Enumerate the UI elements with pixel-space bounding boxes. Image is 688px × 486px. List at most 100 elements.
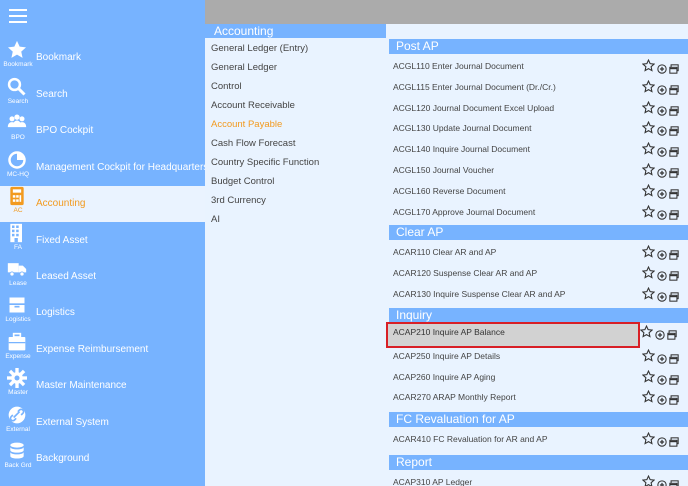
row-actions	[641, 121, 682, 137]
submenu-item-3rd-currency[interactable]: 3rd Currency	[211, 195, 266, 206]
open-window-icon[interactable]	[669, 289, 679, 307]
bookmark-star-icon[interactable]	[641, 265, 656, 284]
sidebar-item-fixed-asset[interactable]: FA Fixed Asset	[0, 223, 205, 259]
submenu-item-account-receivable[interactable]: Account Receivable	[211, 100, 295, 111]
sidebar-item-expense-reimbursement[interactable]: Expense Expense Reimbursement	[0, 332, 205, 368]
row-actions	[641, 369, 682, 385]
function-row-acgl170[interactable]: ACGL170 Approve Journal Document	[389, 202, 688, 222]
star-icon	[6, 40, 30, 60]
row-actions	[641, 79, 682, 95]
function-row-label: ACAP260 Inquire AP Aging	[393, 371, 496, 382]
bookmark-star-icon[interactable]	[641, 431, 656, 450]
function-panel: Post AP ACGL110 Enter Journal Document ACG…	[386, 24, 688, 486]
sidebar-item-label: External System	[36, 417, 109, 428]
sidebar-item-logistics[interactable]: Logistics Logistics	[0, 295, 205, 331]
function-row-acgl160[interactable]: ACGL160 Reverse Document	[389, 181, 688, 201]
function-row-acap310[interactable]: ACAP310 AP Ledger	[389, 472, 688, 486]
function-row-acar120[interactable]: ACAR120 Suspense Clear AR and AP	[389, 263, 688, 283]
open-window-icon[interactable]	[669, 207, 679, 225]
function-row-acgl115[interactable]: ACGL115 Enter Journal Document (Dr./Cr.)	[389, 77, 688, 97]
function-row-acgl120[interactable]: ACGL120 Journal Document Excel Upload	[389, 98, 688, 118]
sidebar-item-label: Search	[36, 89, 68, 100]
row-actions	[641, 431, 682, 447]
row-actions	[641, 390, 682, 406]
bookmark-star-icon[interactable]	[641, 369, 656, 388]
row-actions	[641, 183, 682, 199]
bookmark-star-icon[interactable]	[641, 141, 656, 160]
sidebar-item-label: Bookmark	[36, 52, 82, 63]
bookmark-star-icon[interactable]	[639, 324, 654, 343]
function-row-label: ACGL140 Inquire Journal Document	[393, 144, 531, 155]
bookmark-star-icon[interactable]	[641, 183, 656, 202]
function-row-acgl130[interactable]: ACGL130 Update Journal Document	[389, 118, 688, 138]
bookmark-star-icon[interactable]	[641, 286, 656, 305]
bookmark-star-icon[interactable]	[641, 58, 656, 77]
row-actions	[641, 141, 682, 157]
function-row-acar410[interactable]: ACAR410 FC Revaluation for AR and AP	[389, 429, 688, 449]
bookmark-star-icon[interactable]	[641, 474, 656, 486]
bookmark-star-icon[interactable]	[641, 100, 656, 119]
calculator-icon	[6, 186, 30, 206]
function-row-acar110[interactable]: ACAR110 Clear AR and AP	[389, 242, 688, 262]
open-window-icon[interactable]	[667, 327, 677, 345]
sidebar-item-accounting[interactable]: AC Accounting	[0, 186, 205, 222]
function-row-acgl110[interactable]: ACGL110 Enter Journal Document	[389, 56, 688, 76]
submenu-item-ai[interactable]: AI	[211, 214, 220, 225]
sidebar-item-code: Search	[7, 98, 29, 105]
function-row-acap210[interactable]: ACAP210 Inquire AP Balance	[386, 322, 677, 348]
add-icon[interactable]	[657, 289, 667, 307]
add-icon[interactable]	[657, 434, 667, 452]
row-actions	[641, 348, 682, 364]
bookmark-star-icon[interactable]	[641, 162, 656, 181]
submenu-item-cash-flow-forecast[interactable]: Cash Flow Forecast	[211, 138, 295, 149]
bookmark-star-icon[interactable]	[641, 79, 656, 98]
bookmark-star-icon[interactable]	[641, 390, 656, 408]
sidebar-item-code: Logistics	[5, 316, 31, 323]
submenu-title: Accounting	[205, 24, 386, 38]
function-row-label: ACAP250 Inquire AP Details	[393, 350, 501, 361]
add-icon[interactable]	[657, 392, 667, 410]
sidebar-item-master-maintenance[interactable]: Master Master Maintenance	[0, 368, 205, 404]
sidebar-item-code: FA	[14, 244, 22, 251]
sidebar-item-bpo-cockpit[interactable]: BPO BPO Cockpit	[0, 113, 205, 149]
function-row-acar270[interactable]: ACAR270 ARAP Monthly Report	[389, 387, 688, 407]
submenu-item-control[interactable]: Control	[211, 81, 242, 92]
submenu-item-general-ledger[interactable]: General Ledger	[211, 62, 277, 73]
submenu-item-country-specific-function[interactable]: Country Specific Function	[211, 157, 319, 168]
sidebar-item-search[interactable]: Search Search	[0, 77, 205, 113]
add-icon[interactable]	[657, 477, 667, 486]
add-icon[interactable]	[655, 327, 665, 345]
add-icon[interactable]	[657, 207, 667, 225]
top-bar	[205, 0, 688, 24]
bookmark-star-icon[interactable]	[641, 204, 656, 223]
open-window-icon[interactable]	[669, 477, 679, 486]
function-row-label: ACAP210 Inquire AP Balance	[393, 327, 505, 337]
function-row-acap250[interactable]: ACAP250 Inquire AP Details	[389, 346, 688, 366]
sidebar-item-management-cockpit-for-headquarters[interactable]: MC-HQ Management Cockpit for Headquarters	[0, 150, 208, 186]
function-row-acar130[interactable]: ACAR130 Inquire Suspense Clear AR and AP	[389, 284, 688, 304]
submenu-item-general-ledger-entry[interactable]: General Ledger (Entry)	[211, 43, 308, 54]
row-actions	[641, 58, 682, 74]
sidebar-item-label: Leased Asset	[36, 271, 97, 282]
function-row-label: ACAR410 FC Revaluation for AR and AP	[393, 434, 548, 444]
open-window-icon[interactable]	[669, 434, 679, 452]
function-row-acgl140[interactable]: ACGL140 Inquire Journal Document	[389, 139, 688, 159]
hamburger-menu-icon[interactable]	[9, 9, 27, 25]
sidebar-item-label: Background	[36, 453, 90, 464]
sidebar-item-external-system[interactable]: External External System	[0, 405, 205, 441]
open-window-icon[interactable]	[669, 392, 679, 410]
submenu-item-budget-control[interactable]: Budget Control	[211, 176, 274, 187]
sidebar-item-label: Fixed Asset	[36, 235, 88, 246]
bookmark-star-icon[interactable]	[641, 348, 656, 367]
sidebar-item-leased-asset[interactable]: Lease Leased Asset	[0, 259, 205, 295]
bookmark-star-icon[interactable]	[641, 244, 656, 263]
function-row-acap260[interactable]: ACAP260 Inquire AP Aging	[389, 367, 688, 387]
row-actions	[641, 244, 682, 260]
function-row-acgl150[interactable]: ACGL150 Journal Voucher	[389, 160, 688, 180]
submenu-item-account-payable[interactable]: Account Payable	[211, 119, 282, 130]
bookmark-star-icon[interactable]	[641, 121, 656, 139]
sidebar-item-background[interactable]: Back Grd Background	[0, 441, 205, 477]
sidebar-item-code: Master	[8, 389, 28, 396]
sidebar-item-label: Expense Reimbursement	[36, 344, 149, 355]
sidebar-item-bookmark[interactable]: Bookmark Bookmark	[0, 40, 205, 76]
